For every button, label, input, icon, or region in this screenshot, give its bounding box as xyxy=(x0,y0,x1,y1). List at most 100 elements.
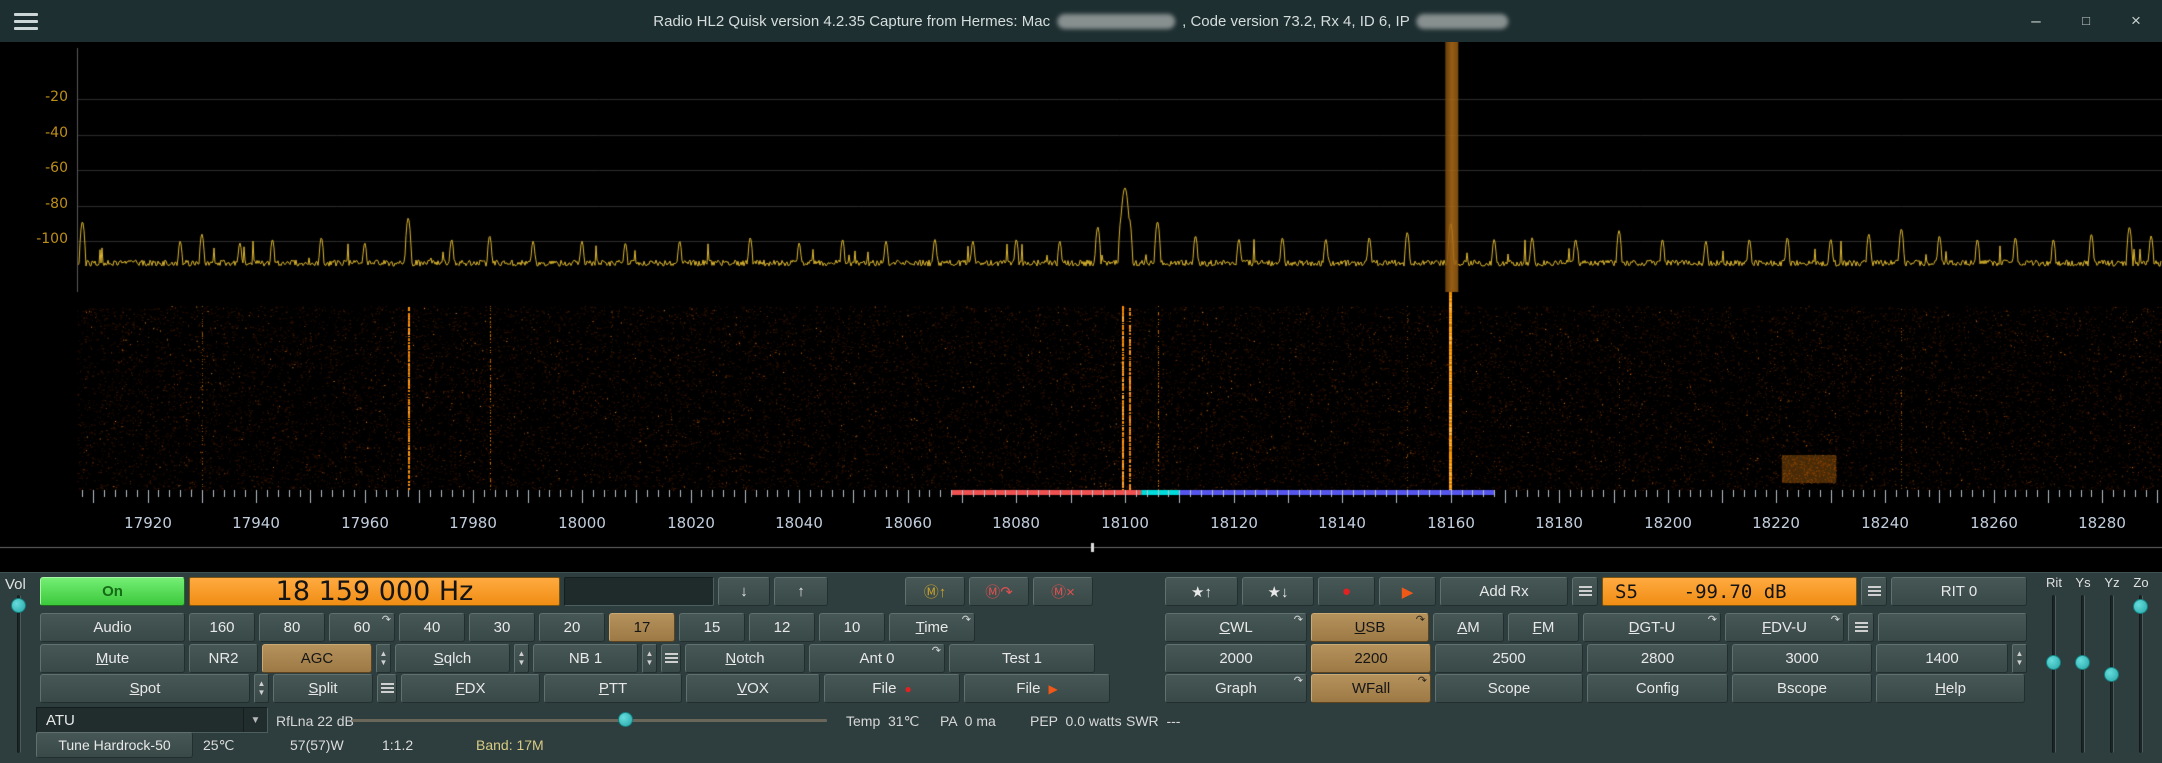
rit-slider-handle[interactable] xyxy=(2046,655,2061,670)
record-button[interactable]: ● xyxy=(1318,577,1375,606)
list-icon xyxy=(1868,586,1881,597)
mode-fm-button[interactable]: FM xyxy=(1508,613,1579,642)
agc-button[interactable]: AGC xyxy=(262,644,372,673)
filter-2500-button[interactable]: 2500 xyxy=(1435,644,1583,673)
rf-gain-label: RfLna 22 dB xyxy=(276,713,354,729)
spot-spinner[interactable]: ▲▼ xyxy=(254,674,269,703)
fdx-button[interactable]: FDX xyxy=(401,674,540,703)
band-160-button[interactable]: 160 xyxy=(189,613,255,642)
dsp-buttons-group: MuteNR2AGC▲▼Sqlch▲▼NB 1▲▼NotchAnt 0↷Test… xyxy=(40,644,1095,673)
view-scope-button[interactable]: Scope xyxy=(1435,674,1583,703)
mode-cwl-button[interactable]: CWL↷ xyxy=(1165,613,1307,642)
band-time-button[interactable]: Time↷ xyxy=(889,613,975,642)
nr2-button[interactable]: NR2 xyxy=(189,644,258,673)
memory-delete-button[interactable]: Ⓜ× xyxy=(1033,577,1093,606)
antenna-button[interactable]: Ant 0↷ xyxy=(809,644,945,673)
band-60-button[interactable]: 60↷ xyxy=(329,613,395,642)
ptt-button[interactable]: PTT xyxy=(544,674,682,703)
mode-am-button[interactable]: AM xyxy=(1433,613,1504,642)
view-graph-button[interactable]: Graph↷ xyxy=(1165,674,1307,703)
filter-2000-button[interactable]: 2000 xyxy=(1165,644,1307,673)
playback-button[interactable]: ▶ xyxy=(1379,577,1436,606)
noise-blanker-button[interactable]: NB 1 xyxy=(533,644,638,673)
band-20-button[interactable]: 20 xyxy=(539,613,605,642)
frequency-entry-field[interactable] xyxy=(564,577,714,606)
frequency-options-button[interactable] xyxy=(1861,577,1887,606)
agc-spinner[interactable]: ▲▼ xyxy=(376,644,391,673)
spot-button[interactable]: Spot xyxy=(40,674,250,703)
view-bscope-button[interactable]: Bscope xyxy=(1732,674,1872,703)
mode-usb-button[interactable]: USB↷ xyxy=(1311,613,1429,642)
squelch-button[interactable]: Sqlch xyxy=(395,644,510,673)
favorite-recall-button[interactable]: ★↓ xyxy=(1242,577,1314,606)
band-40-button[interactable]: 40 xyxy=(399,613,465,642)
atu-select[interactable]: ATU ▼ xyxy=(36,707,268,733)
tune-down-button[interactable]: ↓ xyxy=(718,577,770,606)
mode-fdv-button[interactable]: FDV-U↷ xyxy=(1725,613,1844,642)
spinner-down-icon: ▼ xyxy=(518,659,526,667)
band-30-button[interactable]: 30 xyxy=(469,613,535,642)
filter-custom-button[interactable]: 1400 xyxy=(1876,644,2008,673)
ys-slider-handle[interactable] xyxy=(2075,655,2090,670)
chevron-down-icon: ▼ xyxy=(243,708,267,732)
filter-spinner[interactable]: ▲▼ xyxy=(2012,644,2027,673)
help-button[interactable]: Help xyxy=(1876,674,2025,703)
vox-button[interactable]: VOX xyxy=(686,674,820,703)
blank-button[interactable] xyxy=(1878,613,2027,642)
split-button[interactable]: Split xyxy=(273,674,373,703)
add-rx-button[interactable]: Add Rx xyxy=(1440,577,1568,606)
mode-options-button[interactable] xyxy=(1848,613,1874,642)
rit-button[interactable]: RIT 0 xyxy=(1891,577,2027,606)
maximize-button[interactable]: □ xyxy=(2076,0,2096,42)
power-on-button[interactable]: On xyxy=(40,577,185,606)
squelch-spinner[interactable]: ▲▼ xyxy=(514,644,529,673)
smeter-options-button[interactable] xyxy=(1572,577,1598,606)
tune-hardrock-button[interactable]: Tune Hardrock-50 xyxy=(36,732,193,758)
band-12-button[interactable]: 12 xyxy=(749,613,815,642)
memory-next-button[interactable]: Ⓜ↷ xyxy=(969,577,1029,606)
spot-button-label: Spot xyxy=(130,680,161,697)
yz-slider-handle[interactable] xyxy=(2104,667,2119,682)
memory-save-button[interactable]: Ⓜ↑ xyxy=(905,577,965,606)
playback-button-label: ▶ xyxy=(1402,583,1414,601)
view-waterfall-button[interactable]: WFall↷ xyxy=(1311,674,1431,703)
mode-dgt-button[interactable]: DGT-U↷ xyxy=(1583,613,1721,642)
antenna-button-label: Ant 0 xyxy=(859,650,894,667)
band-10-button[interactable]: 10 xyxy=(819,613,885,642)
band-15-button[interactable]: 15 xyxy=(679,613,745,642)
noise-blanker-options-button[interactable] xyxy=(661,644,681,673)
app-menu-icon[interactable] xyxy=(14,13,38,30)
filter-2200-button[interactable]: 2200 xyxy=(1311,644,1431,673)
amp-stat: 25℃ xyxy=(203,737,234,754)
filter-3000-button[interactable]: 3000 xyxy=(1732,644,1872,673)
minimize-button[interactable]: – xyxy=(2026,0,2046,42)
mode-cwl-button-label: CWL xyxy=(1219,619,1252,636)
tune-down-button-label: ↓ xyxy=(740,583,748,600)
split-options-button[interactable] xyxy=(377,674,397,703)
filter-2800-button-label: 2800 xyxy=(1641,650,1674,667)
cycle-icon: ↷ xyxy=(1708,613,1717,626)
notch-button[interactable]: Notch xyxy=(685,644,805,673)
cycle-icon: ↷ xyxy=(1294,674,1303,687)
noise-blanker-spinner[interactable]: ▲▼ xyxy=(642,644,657,673)
volume-slider-handle[interactable] xyxy=(11,598,26,613)
filter-2800-button[interactable]: 2800 xyxy=(1587,644,1728,673)
band-80-button[interactable]: 80 xyxy=(259,613,325,642)
close-button[interactable]: × xyxy=(2126,0,2146,42)
mute-button-label: Mute xyxy=(96,650,129,667)
file-play-button[interactable]: File▶ xyxy=(964,674,1110,703)
band-17-button[interactable]: 17 xyxy=(609,613,675,642)
rf-gain-slider-handle[interactable] xyxy=(618,712,633,727)
test-button[interactable]: Test 1 xyxy=(949,644,1095,673)
band-80-button-label: 80 xyxy=(284,619,301,636)
spinner-down-icon: ▼ xyxy=(380,659,388,667)
tune-up-button[interactable]: ↑ xyxy=(774,577,828,606)
ys-slider-track xyxy=(2081,595,2085,753)
file-record-button[interactable]: File● xyxy=(824,674,960,703)
mute-button[interactable]: Mute xyxy=(40,644,185,673)
audio-button[interactable]: Audio xyxy=(40,613,185,642)
view-config-button[interactable]: Config xyxy=(1587,674,1728,703)
zo-slider-handle[interactable] xyxy=(2133,599,2148,614)
favorite-save-button[interactable]: ★↑ xyxy=(1165,577,1238,606)
spectrum-waterfall-display[interactable] xyxy=(0,42,2162,572)
